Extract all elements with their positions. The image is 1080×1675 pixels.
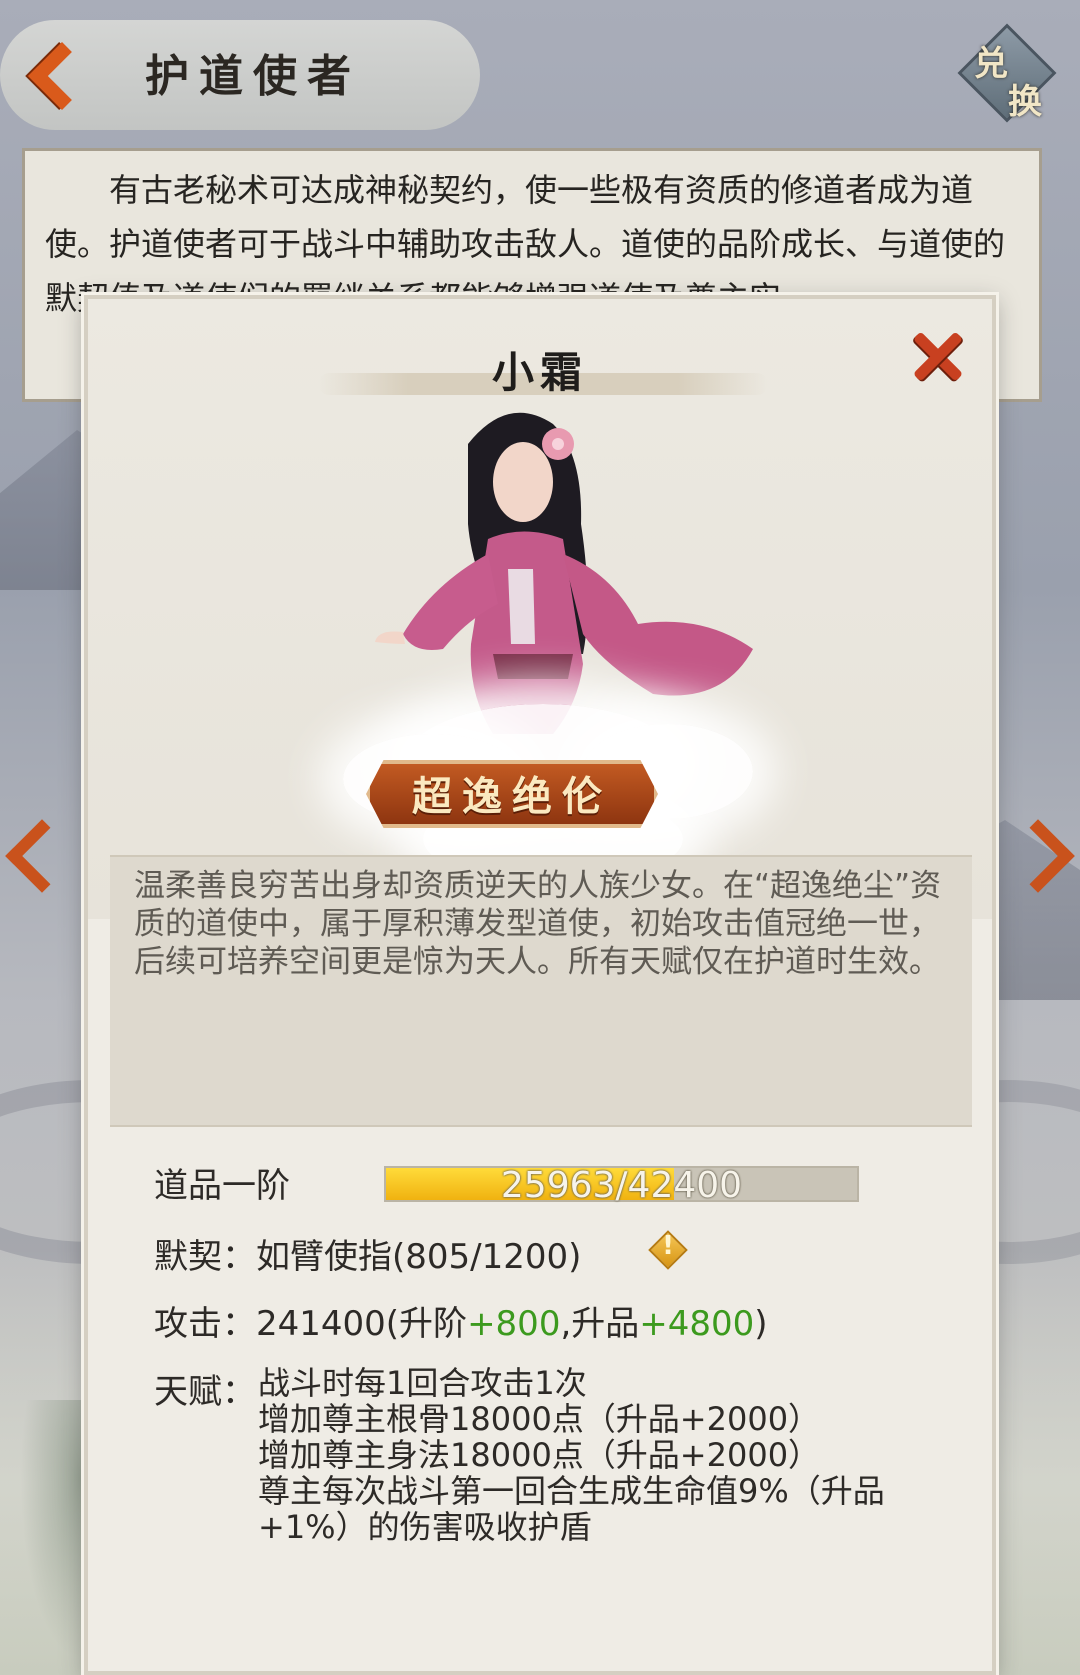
page-title: 护道使者 <box>145 51 361 102</box>
helper-name: 小霜 <box>491 348 588 397</box>
attack-end: ) <box>754 1304 768 1344</box>
attack-mid: ,升品 <box>560 1304 640 1344</box>
talent-line: 战斗时每1回合攻击1次 <box>258 1364 587 1402</box>
attack-label: 攻击： <box>154 1304 256 1344</box>
exchange-label-1: 兑 <box>974 44 1008 84</box>
close-button[interactable] <box>910 329 964 383</box>
helper-portrait <box>283 404 803 924</box>
talent-line: 增加尊主身法18000点（升品+2000） <box>258 1436 821 1474</box>
helper-detail-dialog: 小霜 超逸绝伦 温柔善良穷苦出身却资质逆天的人族少女。在“超逸绝尘”资质的道使中… <box>84 295 996 1675</box>
attack-base: 241400(升阶 <box>256 1304 468 1344</box>
next-helper-button[interactable] <box>1001 800 1076 910</box>
bond-row: 默契：如臂使指(805/1200) <box>154 1229 581 1278</box>
grade-badge: 超逸绝伦 <box>352 754 672 834</box>
warning-mark: ! <box>662 1231 674 1261</box>
bond-value: 如臂使指(805/1200) <box>256 1237 582 1277</box>
talent-line: 尊主每次战斗第一回合生成生命值9%（升品+1%）的伤害吸收护盾 <box>258 1472 885 1546</box>
description-box: 温柔善良穷苦出身却资质逆天的人族少女。在“超逸绝尘”资质的道使中，属于厚积薄发型… <box>110 855 972 1127</box>
exchange-button[interactable]: 兑 换 <box>957 23 1057 123</box>
talent-list: 战斗时每1回合攻击1次 增加尊主根骨18000点（升品+2000） 增加尊主身法… <box>258 1365 898 1545</box>
level-label: 道品一阶 <box>154 1166 290 1206</box>
talent-line: 增加尊主根骨18000点（升品+2000） <box>258 1400 821 1438</box>
talent-label: 天赋： <box>154 1372 256 1412</box>
grade-label: 超逸绝伦 <box>412 773 612 820</box>
back-button[interactable] <box>28 38 96 110</box>
attack-rank-bonus: +4800 <box>639 1304 755 1344</box>
back-arrow-icon <box>28 42 96 110</box>
attack-row: 攻击：241400(升阶+800,升品+4800) <box>154 1296 768 1345</box>
exp-progress-bar: 25963/42400 <box>384 1165 859 1206</box>
bond-info-button[interactable]: ! <box>648 1230 688 1270</box>
attack-upgrade-bonus: +800 <box>467 1304 561 1344</box>
exchange-label-2: 换 <box>1008 82 1042 122</box>
prev-helper-button[interactable] <box>4 800 79 910</box>
exp-progress-text: 25963/42400 <box>500 1165 743 1206</box>
bond-label: 默契： <box>154 1237 256 1277</box>
description-text: 温柔善良穷苦出身却资质逆天的人族少女。在“超逸绝尘”资质的道使中，属于厚积薄发型… <box>134 868 942 980</box>
header-bar: 护道使者 兑 换 <box>0 0 1080 140</box>
